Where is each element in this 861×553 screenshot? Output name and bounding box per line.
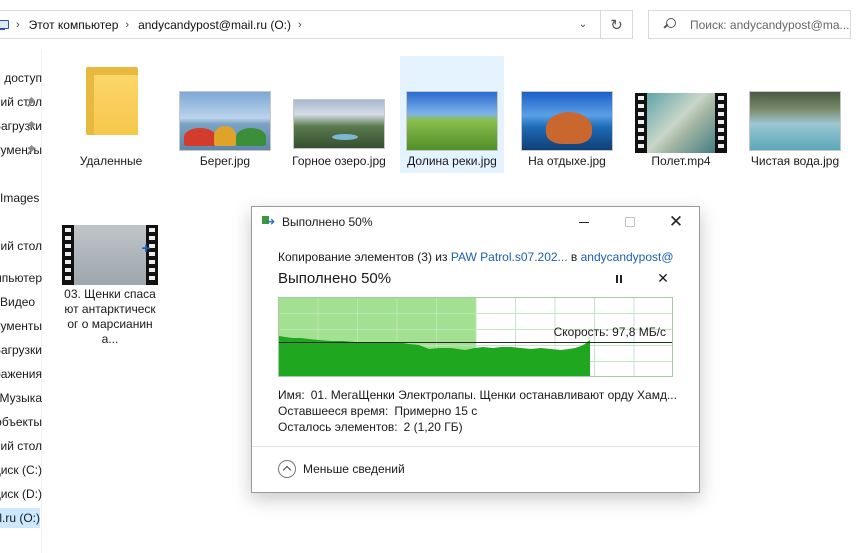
pin-icon bbox=[27, 98, 36, 107]
file-name: Горное озеро.jpg bbox=[292, 154, 386, 168]
speed-line bbox=[279, 342, 672, 343]
nav-item-desktop-2[interactable]: Рабочий стол bbox=[0, 236, 42, 256]
image-thumbnail bbox=[179, 91, 271, 151]
copy-icon bbox=[262, 215, 276, 228]
refresh-icon[interactable]: ↻ bbox=[600, 11, 632, 38]
destination-link[interactable]: andycandypost@... bbox=[581, 250, 674, 264]
minimize-button[interactable] bbox=[561, 207, 607, 237]
dialog-title-bar[interactable]: Выполнено 50% ✕ bbox=[252, 207, 699, 237]
copy-prefix: Копирование элементов (3) из bbox=[278, 250, 448, 264]
file-name: Полет.mp4 bbox=[651, 154, 711, 168]
info-name-row: Имя: 01. МегаЩенки Электролапы. Щенки ост… bbox=[278, 388, 677, 402]
nav-item-music[interactable]: Музыка bbox=[0, 388, 42, 408]
file-item-gornoe-ozero[interactable]: Горное озеро.jpg bbox=[287, 56, 391, 174]
copy-description: Копирование элементов (3) из PAW Patrol.… bbox=[278, 250, 674, 264]
transfer-speed-graph: Скорость: 97,8 МБ/с bbox=[278, 297, 673, 377]
breadcrumb-this-pc[interactable]: Этот компьютер bbox=[29, 18, 119, 32]
cancel-button[interactable]: ✕ bbox=[656, 269, 670, 287]
file-name: Берег.jpg bbox=[199, 154, 251, 168]
progress-percent: Выполнено 50% bbox=[278, 270, 392, 287]
file-item-schenki[interactable]: + 03. Щенки спасают антарктическог о мар… bbox=[58, 190, 162, 350]
file-item-bereg[interactable]: Берег.jpg bbox=[173, 56, 277, 174]
breadcrumb-drive[interactable]: andycandypost@mail.ru (O:) bbox=[138, 18, 291, 32]
nav-item-quick-access[interactable]: Быстрый доступ bbox=[0, 68, 42, 88]
maximize-button bbox=[607, 207, 653, 237]
nav-item-desktop-3[interactable]: Рабочий стол bbox=[0, 436, 42, 456]
copy-progress-dialog: Выполнено 50% ✕ Копирование элементов (3… bbox=[251, 206, 700, 493]
image-thumbnail bbox=[406, 91, 498, 151]
info-time-row: Оставшееся время: Примерно 15 с bbox=[278, 404, 477, 418]
file-item-dolina-reki[interactable]: Долина реки.jpg bbox=[400, 56, 504, 173]
dialog-footer: Меньше сведений bbox=[252, 446, 699, 492]
copy-in: в bbox=[570, 250, 578, 264]
search-placeholder: Поиск: andycandypost@ma... bbox=[690, 17, 850, 32]
folder-icon bbox=[86, 67, 138, 135]
toolbar: › Этот компьютер › andycandypost@mail.ru… bbox=[0, 0, 861, 50]
pin-icon bbox=[27, 146, 36, 155]
info-items-value: 2 (1,20 ГБ) bbox=[403, 420, 463, 434]
image-thumbnail bbox=[293, 99, 385, 149]
file-item-na-otdyhe[interactable]: На отдыхе.jpg bbox=[515, 56, 619, 174]
close-button[interactable]: ✕ bbox=[653, 207, 699, 237]
video-thumbnail bbox=[635, 93, 727, 153]
nav-item-drive-o[interactable]: andycandypost@mail.ru (O:) bbox=[0, 508, 40, 528]
search-input[interactable]: Поиск: andycandypost@ma... bbox=[648, 10, 851, 39]
nav-item-video[interactable]: Видео bbox=[0, 292, 42, 312]
info-name-key: Имя: bbox=[278, 388, 305, 402]
maximize-icon bbox=[625, 217, 635, 227]
info-time-value: Примерно 15 с bbox=[394, 404, 478, 418]
pause-button[interactable] bbox=[612, 272, 626, 286]
image-thumbnail bbox=[749, 91, 841, 151]
address-bar[interactable]: › Этот компьютер › andycandypost@mail.ru… bbox=[0, 10, 633, 39]
file-name: 03. Щенки спасают антарктическог о марси… bbox=[64, 287, 156, 346]
search-icon bbox=[663, 18, 676, 31]
video-thumbnail: + bbox=[62, 225, 158, 285]
chevron-up-icon[interactable] bbox=[278, 460, 296, 478]
file-item-chistaya-voda[interactable]: Чистая вода.jpg bbox=[743, 56, 847, 174]
chevron-down-icon[interactable]: ⌄ bbox=[572, 11, 594, 38]
info-name-value: 01. МегаЩенки Электролапы. Щенки останав… bbox=[310, 388, 677, 402]
pin-icon bbox=[27, 122, 36, 131]
nav-item-documents-2[interactable]: Документы bbox=[0, 316, 42, 336]
info-items-key: Осталось элементов: bbox=[278, 420, 398, 434]
chevron-right-icon[interactable]: › bbox=[16, 19, 20, 31]
nav-item-downloads-2[interactable]: Загрузки bbox=[0, 340, 42, 360]
image-thumbnail bbox=[521, 91, 613, 151]
file-name: На отдыхе.jpg bbox=[528, 154, 606, 168]
chevron-right-icon[interactable]: › bbox=[125, 19, 129, 31]
source-link[interactable]: PAW Patrol.s07.202... bbox=[451, 250, 568, 264]
nav-item-images[interactable]: Images bbox=[0, 188, 42, 208]
file-item-deleted-folder[interactable]: Удаленные bbox=[59, 56, 163, 174]
file-name: Чистая вода.jpg bbox=[750, 154, 840, 168]
file-name: Удаленные bbox=[79, 154, 143, 168]
chevron-right-icon[interactable]: › bbox=[298, 19, 302, 31]
info-items-row: Осталось элементов: 2 (1,20 ГБ) bbox=[278, 420, 463, 434]
nav-item-pictures[interactable]: Изображения bbox=[0, 364, 42, 384]
info-time-key: Оставшееся время: bbox=[278, 404, 389, 418]
nav-item-drive-c[interactable]: Локальный диск (C:) bbox=[0, 460, 42, 480]
nav-item-this-pc[interactable]: Этот компьютер bbox=[0, 268, 42, 288]
sync-pending-icon: + bbox=[141, 240, 151, 257]
speed-label: Скорость: 97,8 МБ/с bbox=[553, 325, 666, 339]
file-name: Долина реки.jpg bbox=[407, 154, 497, 168]
nav-item-drive-d[interactable]: Локальный диск (D:) bbox=[0, 484, 42, 504]
dialog-title: Выполнено 50% bbox=[282, 215, 373, 229]
minimize-icon bbox=[579, 221, 589, 223]
file-item-polet[interactable]: Полет.mp4 bbox=[629, 56, 733, 174]
computer-icon bbox=[0, 19, 9, 31]
nav-item-3d-objects[interactable]: Объемные объекты bbox=[0, 412, 42, 432]
navigation-pane: Быстрый доступ Рабочий стол Загрузки Док… bbox=[0, 50, 42, 553]
less-details-button[interactable]: Меньше сведений bbox=[303, 462, 405, 476]
